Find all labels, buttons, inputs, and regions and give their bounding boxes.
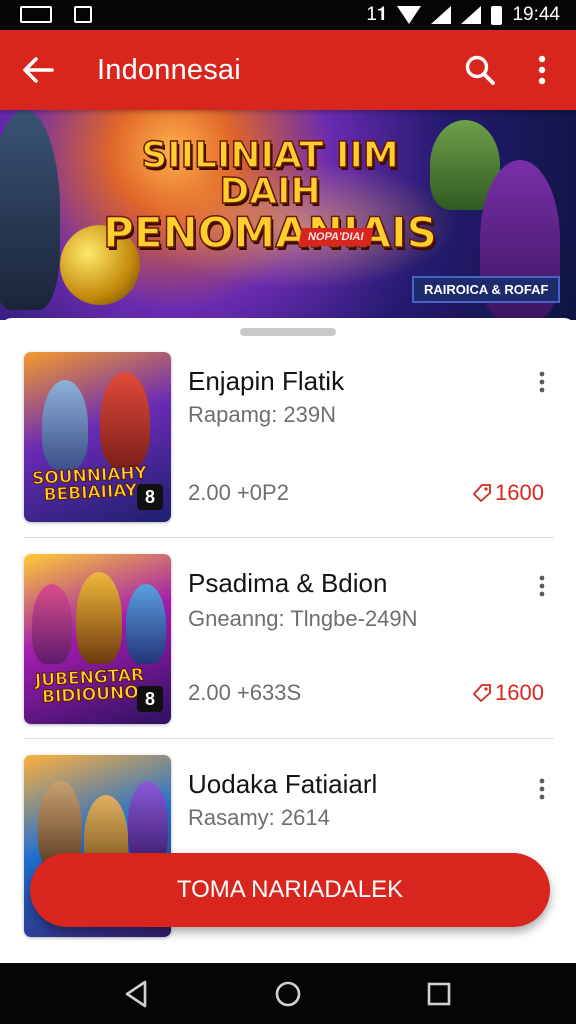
page-title: Indonnesai [97,54,241,86]
game-title: Enjapin Flatik [188,366,345,396]
more-vertical-icon [539,371,545,393]
status-time: 19:44 [512,4,560,25]
game-logo: SOUNNIAHY BEBIAIIAY [31,463,148,506]
banner-title: SIILINIAT IIM DAIH PENOMANIAIS [102,135,437,257]
divider [24,738,554,739]
drag-handle[interactable] [240,328,336,336]
notification-icon [74,6,92,23]
square-recents-icon [427,982,451,1006]
featured-banner[interactable]: SIILINIAT IIM DAIH PENOMANIAIS NOPA'DIAI… [0,110,576,320]
banner-badge: RAIROICA & ROFAF [412,276,561,303]
game-thumbnail[interactable]: SOUNNIAHY BEBIAIIAY 8 [24,352,171,522]
app-bar: Indonnesai [0,30,576,110]
game-logo: JUBENGTAR BIDIOUNO [34,665,145,708]
item-more-button[interactable] [526,366,558,398]
banner-character-left [0,110,60,310]
more-vertical-icon [539,778,545,800]
arrow-left-icon [23,57,54,83]
age-rating-badge: 8 [137,686,163,712]
game-meta: 2.00 +0P2 [188,480,289,505]
overflow-menu-button[interactable] [518,46,566,94]
back-button[interactable] [14,46,62,94]
game-meta: 2.00 +633S [188,680,302,705]
primary-action-button[interactable]: TOMA NARIADALEK [30,853,550,927]
gallery-icon [20,6,52,23]
game-title: Psadima & Bdion [188,568,388,598]
wifi-icon [397,6,422,24]
tag-icon [473,684,491,702]
divider [24,537,554,538]
nav-recents-button[interactable] [422,977,456,1011]
search-icon [465,55,495,85]
more-vertical-icon [538,55,546,85]
app-screen: 1𝟏 19:44 Indonnesai SIILINIAT IIM DAIH P… [0,0,576,1024]
circle-home-icon [275,981,301,1007]
carrier-indicator: 1𝟏 [366,4,388,25]
price-value: 1600 [495,480,544,505]
more-vertical-icon [539,575,545,597]
item-more-button[interactable] [526,570,558,602]
nav-home-button[interactable] [271,977,305,1011]
signal-icon [431,6,452,24]
game-subtitle: Rasamy: 2614 [188,805,330,830]
game-price[interactable]: 1600 [471,480,544,506]
game-subtitle: Rapamg: 239N [188,402,336,427]
banner-tag: NOPA'DIAI [298,228,374,246]
game-price[interactable]: 1600 [471,680,544,706]
item-more-button[interactable] [526,773,558,805]
signal-icon [461,6,482,24]
game-subtitle: Gneanng: Tlngbe-249N [188,606,418,631]
game-thumbnail[interactable]: JUBENGTAR BIDIOUNO 8 [24,554,171,724]
battery-icon [491,5,503,25]
search-button[interactable] [456,46,504,94]
age-rating-badge: 8 [137,484,163,510]
status-bar: 1𝟏 19:44 [0,0,576,30]
nav-back-button[interactable] [120,977,154,1011]
game-title: Uodaka Fatiaiarl [188,769,378,799]
tag-icon [473,484,491,502]
triangle-back-icon [125,980,147,1008]
price-value: 1600 [495,680,544,705]
system-navigation-bar [0,963,576,1024]
